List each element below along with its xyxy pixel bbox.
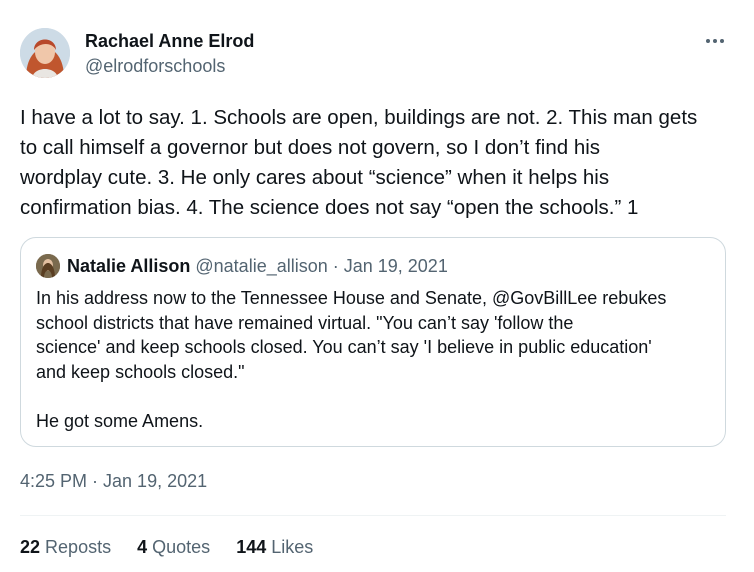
quoted-text: In his address now to the Tennessee Hous… [36,286,716,433]
likes-label: Likes [271,537,314,557]
quoted-author-name: Natalie Allison [67,256,191,276]
reposts-stat[interactable]: 22 Reposts [20,537,111,558]
quoted-text-line: In his address now to the Tennessee Hous… [36,288,667,308]
more-options-icon[interactable] [700,28,730,54]
quoted-tweet-card[interactable]: Natalie Allison @natalie_allison · Jan 1… [20,237,726,447]
quoted-author-avatar [36,254,60,278]
quotes-count: 4 [137,537,148,557]
reposts-label: Reposts [45,537,112,557]
tweet-text: I have a lot to say. 1. Schools are open… [20,103,736,223]
quoted-text-line: science' and keep schools closed. You ca… [36,337,652,357]
tweet-text-line: to call himself a governor but does not … [20,136,601,159]
divider [20,515,726,516]
quoted-header: Natalie Allison @natalie_allison · Jan 1… [67,256,448,277]
quoted-text-line: school districts that have remained virt… [36,312,574,333]
tweet-text-line: confirmation bias. 4. The science does n… [20,196,639,219]
author-name[interactable]: Rachael Anne Elrod [85,31,254,52]
quoted-text-line: He got some Amens. [36,410,204,431]
tweet-timestamp[interactable]: 4:25 PM · Jan 19, 2021 [20,471,207,492]
quoted-meta: @natalie_allison · Jan 19, 2021 [195,256,448,276]
author-avatar[interactable] [20,28,70,78]
quoted-text-line: and keep schools closed." [36,361,245,382]
reposts-count: 22 [20,537,41,557]
author-handle[interactable]: @elrodforschools [85,56,225,77]
tweet-text-line: wordplay cute. 3. He only cares about “s… [20,166,610,189]
quoted-text-line [36,384,716,409]
quotes-label: Quotes [152,537,211,557]
likes-count: 144 [236,537,267,557]
tweet-text-line: I have a lot to say. 1. Schools are open… [20,106,698,129]
likes-stat[interactable]: 144 Likes [236,537,313,558]
quotes-stat[interactable]: 4 Quotes [137,537,210,558]
engagement-stats: 22 Reposts 4 Quotes 144 Likes [20,537,334,558]
